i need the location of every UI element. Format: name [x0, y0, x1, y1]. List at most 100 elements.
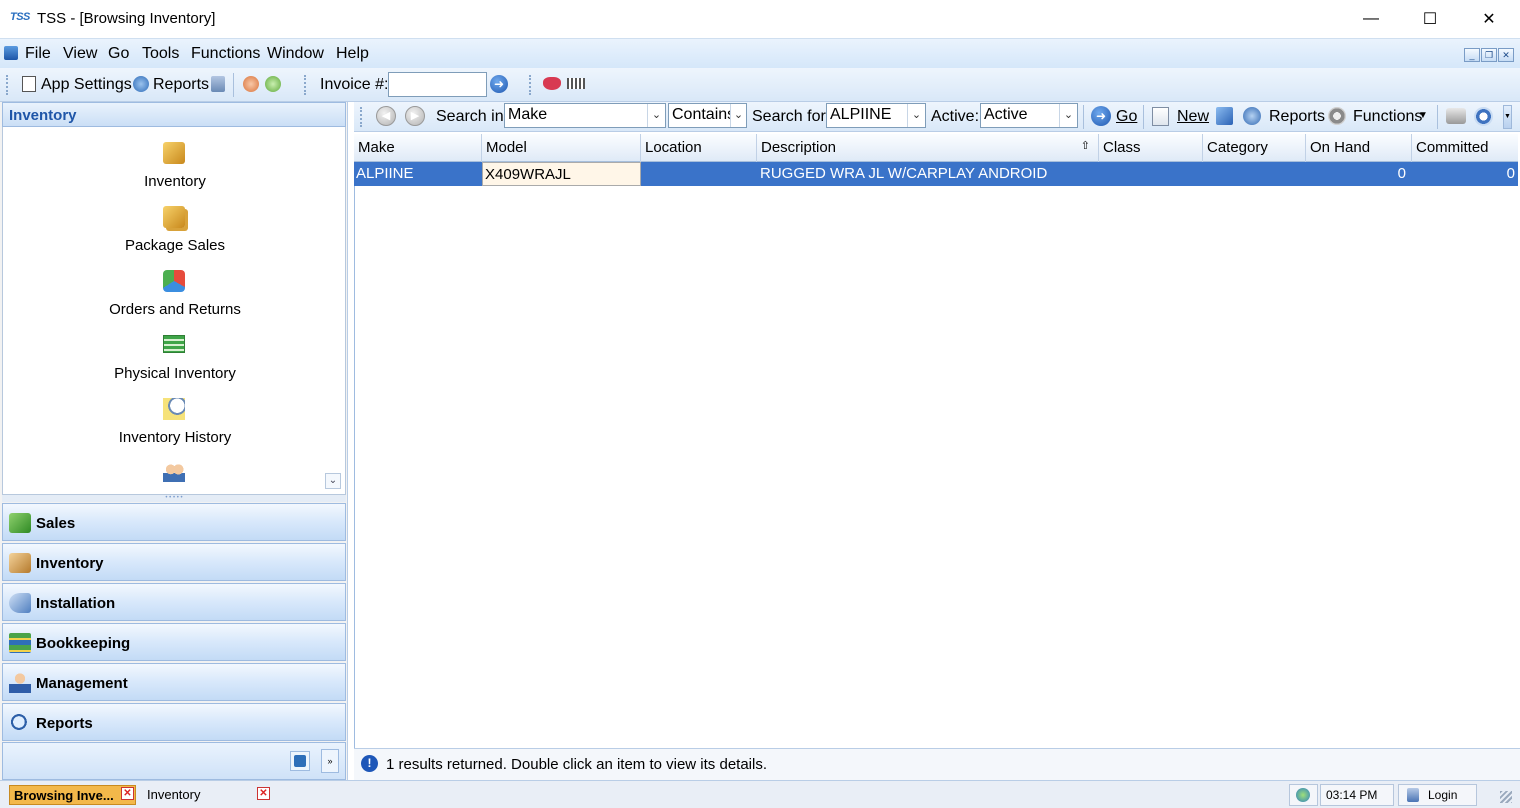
menu-go[interactable]: Go — [108, 45, 129, 63]
nav-group-sales[interactable]: Sales — [2, 503, 346, 541]
active-filter-value: Active — [984, 106, 1028, 123]
tab-browsing-inventory[interactable]: Browsing Inve... — [9, 785, 136, 805]
app-menu-icon[interactable] — [4, 46, 18, 60]
maximize-button[interactable]: ☐ — [1401, 0, 1459, 38]
column-header-committed[interactable]: Committed — [1412, 134, 1518, 162]
column-header-model[interactable]: Model — [482, 134, 641, 162]
nav-item-package-sales[interactable]: Package Sales — [3, 237, 347, 254]
go-button[interactable]: Go — [1116, 108, 1137, 126]
menu-view[interactable]: View — [63, 45, 97, 63]
column-header-description[interactable]: Description ⇧ — [757, 134, 1099, 162]
close-tab-icon[interactable]: ✕ — [257, 787, 270, 800]
search-in-value: Make — [508, 106, 548, 123]
column-header-make[interactable]: Make — [354, 134, 482, 162]
forward-arrow-icon[interactable]: ▶ — [405, 106, 425, 126]
sort-ascending-icon: ⇧ — [1080, 140, 1090, 152]
manager-icon — [9, 673, 31, 693]
nav-group-inventory[interactable]: Inventory — [2, 543, 346, 581]
toolbar-grip-3[interactable] — [529, 75, 533, 95]
search-in-label: Search in: — [436, 108, 509, 125]
column-header-on-hand[interactable]: On Hand — [1306, 134, 1412, 162]
invoice-number-input[interactable] — [388, 72, 487, 97]
cell-committed: 0 — [1506, 165, 1515, 182]
nav-item-inventory-history[interactable]: Inventory History — [3, 429, 347, 446]
results-message: 1 results returned. Double click an item… — [386, 756, 767, 773]
menu-tools[interactable]: Tools — [142, 45, 179, 63]
nav-group-installation[interactable]: Installation — [2, 583, 346, 621]
reports-icon — [133, 76, 149, 92]
barcode-icon[interactable] — [567, 78, 585, 89]
login-button[interactable]: Login — [1398, 784, 1477, 806]
menu-window[interactable]: Window — [267, 45, 324, 63]
menu-help[interactable]: Help — [336, 45, 369, 63]
search-for-label: Search for: — [752, 108, 831, 125]
app-settings-button[interactable]: App Settings — [41, 76, 132, 94]
drill-icon — [9, 593, 31, 613]
toolbar-grip[interactable] — [6, 75, 10, 95]
search-separator-2 — [1143, 105, 1144, 129]
mdi-controls: _ ❐ ✕ — [1464, 48, 1514, 62]
column-header-category[interactable]: Category — [1203, 134, 1306, 162]
globe-icon[interactable] — [265, 76, 281, 92]
mdi-minimize-button[interactable]: _ — [1464, 48, 1480, 62]
nav-configure-button[interactable]: » — [321, 749, 339, 773]
binoculars-icon[interactable] — [211, 76, 225, 92]
toolbar-grip-2[interactable] — [304, 75, 308, 95]
cell-description: RUGGED WRA JL W/CARPLAY ANDROID — [760, 165, 1048, 182]
nav-item-inventory[interactable]: Inventory — [3, 173, 347, 190]
nav-scroll-down-button[interactable]: ⌄ — [325, 473, 341, 489]
nav-splitter[interactable]: • • • • • — [2, 495, 346, 502]
app-logo: TSS — [10, 11, 30, 23]
mdi-restore-button[interactable]: ❐ — [1481, 48, 1497, 62]
search-for-input[interactable]: ALPIINE ⌄ — [826, 103, 926, 128]
search-toolbar-overflow[interactable]: ▼ — [1503, 105, 1512, 129]
resize-grip[interactable] — [1500, 791, 1512, 803]
match-mode-select[interactable]: Contains ⌄ — [668, 103, 747, 128]
mdi-close-button[interactable]: ✕ — [1498, 48, 1514, 62]
close-tab-icon[interactable]: ✕ — [121, 787, 134, 800]
nav-group-bookkeeping-label: Bookkeeping — [36, 635, 131, 652]
minimize-button[interactable]: — — [1342, 0, 1400, 38]
new-document-icon — [1152, 107, 1169, 126]
connection-status — [1289, 784, 1318, 806]
nav-group-reports[interactable]: Reports — [2, 703, 346, 741]
shapes-icon — [163, 270, 185, 292]
usa-map-icon[interactable] — [543, 77, 561, 90]
new-button[interactable]: New — [1177, 108, 1209, 126]
cell-location — [641, 162, 757, 186]
cell-on-hand: 0 — [1397, 165, 1406, 182]
active-filter-select[interactable]: Active ⌄ — [980, 103, 1078, 128]
match-mode-value: Contains — [672, 106, 736, 123]
tab-inventory[interactable]: Inventory — [143, 785, 273, 805]
functions-dropdown-icon: ▼ — [1418, 110, 1428, 121]
search-toolbar-grip[interactable] — [360, 107, 364, 127]
nav-options-button[interactable] — [290, 751, 310, 771]
chevron-down-icon: ⌄ — [1059, 104, 1077, 127]
cell-model[interactable]: X409WRAJL — [482, 162, 641, 186]
go-arrow-icon[interactable]: ➜ — [490, 75, 508, 93]
column-header-location[interactable]: Location — [641, 134, 757, 162]
back-arrow-icon[interactable]: ◀ — [376, 106, 396, 126]
user-icon[interactable] — [243, 76, 259, 92]
help-icon[interactable] — [1474, 107, 1493, 126]
clipboard-icon — [163, 335, 185, 353]
nav-item-orders-and-returns[interactable]: Orders and Returns — [3, 301, 347, 318]
close-button[interactable]: ✕ — [1460, 0, 1518, 38]
reports-button[interactable]: Reports — [153, 76, 209, 94]
search-reports-button[interactable]: Reports — [1269, 108, 1325, 126]
functions-button[interactable]: Functions — [1353, 108, 1422, 126]
search-in-select[interactable]: Make ⌄ — [504, 103, 666, 128]
print-icon[interactable] — [1446, 108, 1466, 124]
column-header-class[interactable]: Class — [1099, 134, 1203, 162]
cell-make: ALPIINE — [356, 165, 414, 182]
nav-item-physical-inventory[interactable]: Physical Inventory — [3, 365, 347, 382]
refresh-icon[interactable] — [1216, 107, 1233, 125]
menu-file[interactable]: File — [25, 45, 51, 63]
nav-group-management[interactable]: Management — [2, 663, 346, 701]
table-row[interactable]: ALPIINE X409WRAJL RUGGED WRA JL W/CARPLA… — [354, 162, 1518, 186]
inventory-book-icon — [9, 553, 31, 573]
menu-functions[interactable]: Functions — [191, 45, 260, 63]
chevron-down-icon: ⌄ — [647, 104, 665, 127]
active-label: Active: — [931, 108, 980, 125]
nav-group-bookkeeping[interactable]: Bookkeeping — [2, 623, 346, 661]
